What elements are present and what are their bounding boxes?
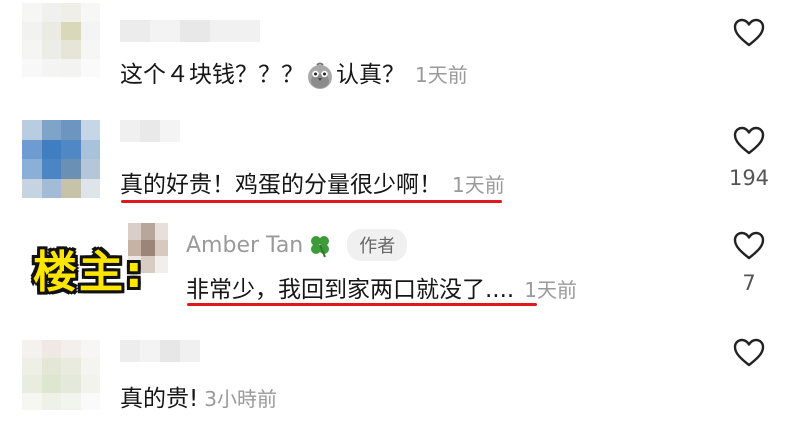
heart-icon[interactable]	[732, 124, 766, 158]
reply-header: Amber Tan 作者	[186, 229, 408, 261]
author-badge: 作者	[347, 229, 408, 261]
comment-text: 真的好贵！鸡蛋的分量很少啊！ 1天前	[120, 172, 505, 198]
comment-text: 非常少，我回到家两口就没了.... 1天前	[186, 277, 577, 303]
heart-icon[interactable]	[732, 229, 766, 263]
avatar[interactable]	[22, 3, 100, 77]
username[interactable]	[120, 20, 260, 42]
timestamp: 1天前	[452, 173, 505, 197]
like-count: 194	[728, 166, 770, 190]
op-label: 楼主:	[33, 247, 145, 298]
highlight-underline	[121, 200, 502, 203]
pigeon-emoji-icon	[308, 62, 332, 89]
timestamp: 1天前	[415, 63, 468, 87]
timestamp: 3小時前	[204, 387, 277, 411]
four-leaf-clover-icon	[311, 236, 330, 258]
username[interactable]	[120, 120, 180, 142]
avatar[interactable]	[22, 120, 100, 198]
highlight-underline	[187, 303, 537, 306]
comment-text: 真的贵! 3小時前	[120, 386, 277, 412]
author-name[interactable]: Amber Tan	[186, 233, 303, 258]
username[interactable]	[120, 340, 200, 362]
heart-icon[interactable]	[732, 16, 766, 50]
like-count: 7	[742, 271, 756, 295]
timestamp: 1天前	[524, 278, 577, 302]
comment-text: 这个４块钱？？？ 认真？ 1天前	[120, 62, 468, 89]
heart-icon[interactable]	[732, 336, 766, 370]
avatar[interactable]	[22, 340, 100, 410]
